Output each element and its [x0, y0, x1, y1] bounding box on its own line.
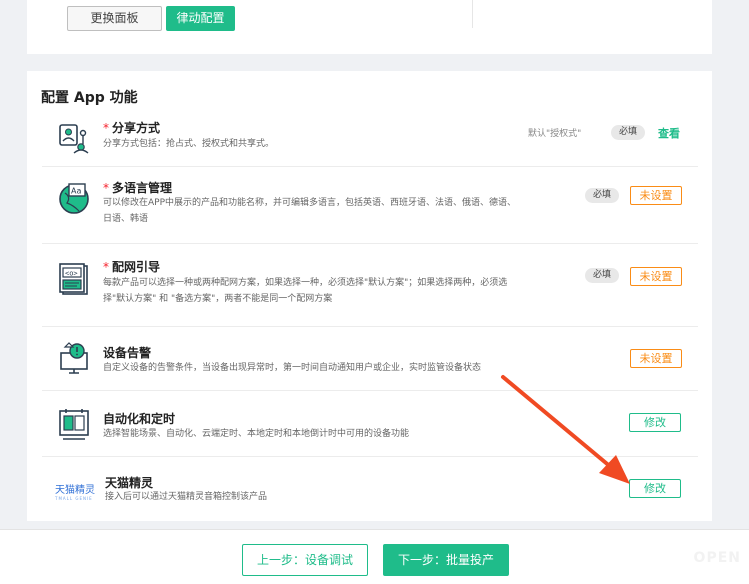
- app-feature-config-card: 配置 App 功能 * 分享方式 分享方式包括：抢占式、授权式和共享式。 默认"授…: [27, 71, 712, 521]
- alarm-monitor-icon: [57, 341, 91, 375]
- footer-bar: 上一步：设备调试 下一步：批量投产 OPEN: [0, 529, 749, 584]
- view-link[interactable]: 查看: [658, 125, 680, 141]
- modify-button[interactable]: 修改: [629, 479, 681, 498]
- feature-desc: 自定义设备的告警条件，当设备出现异常时，第一时间自动通知用户或企业，实时监管设备…: [103, 363, 482, 373]
- feature-title: 自动化和定时: [103, 412, 176, 426]
- next-step-button[interactable]: 下一步：批量投产: [383, 544, 509, 576]
- feature-title: * 配网引导: [103, 260, 161, 274]
- feature-desc: 可以修改在APP中展示的产品和功能名称，并可编辑多语言，包括英语、西班牙语、法语…: [103, 198, 517, 224]
- language-globe-icon: Aa: [57, 181, 91, 215]
- default-hint: 默认"授权式": [528, 129, 582, 139]
- feature-row-share: * 分享方式 分享方式包括：抢占式、授权式和共享式。 默认"授权式" 必填 查看: [42, 112, 698, 167]
- feature-title: * 多语言管理: [103, 181, 173, 195]
- automation-calendar-icon: [57, 407, 91, 441]
- not-set-button[interactable]: 未设置: [630, 267, 682, 286]
- not-set-button[interactable]: 未设置: [630, 186, 682, 205]
- not-set-button[interactable]: 未设置: [630, 349, 682, 368]
- svg-text:Aa: Aa: [71, 187, 81, 196]
- tmall-genie-logo: 天猫精灵 TMALL GENIE: [55, 485, 95, 501]
- rhythm-config-button[interactable]: 律动配置: [166, 6, 235, 31]
- feature-desc: 分享方式包括：抢占式、授权式和共享式。: [103, 139, 275, 149]
- feature-desc: 选择智能场景、自动化、云端定时、本地定时和本地倒计时中可用的设备功能: [103, 429, 410, 439]
- feature-row-automation: 自动化和定时 选择智能场景、自动化、云端定时、本地定时和本地倒计时中可用的设备功…: [42, 391, 698, 457]
- required-tag: 必填: [585, 268, 620, 283]
- network-guide-icon: <o>: [57, 262, 91, 296]
- required-mark: *: [103, 181, 109, 195]
- feature-row-device-alarm: 设备告警 自定义设备的告警条件，当设备出现异常时，第一时间自动通知用户或企业，实…: [42, 327, 698, 391]
- feature-row-multilanguage: Aa * 多语言管理 可以修改在APP中展示的产品和功能名称，并可编辑多语言，包括…: [42, 167, 698, 244]
- feature-row-network-guide: <o> * 配网引导 每款产品可以选择一种或两种配网方案，如果选择一种，必须选择"…: [42, 244, 698, 327]
- required-tag: 必填: [585, 188, 620, 203]
- prev-step-button[interactable]: 上一步：设备调试: [242, 544, 368, 576]
- modify-button[interactable]: 修改: [629, 413, 681, 432]
- feature-title: 设备告警: [103, 346, 152, 360]
- watermark: OPEN: [693, 550, 741, 566]
- feature-desc: 接入后可以通过天猫精灵音箱控制该产品: [105, 492, 268, 502]
- divider: [472, 0, 473, 28]
- required-tag: 必填: [611, 125, 646, 140]
- feature-desc: 每款产品可以选择一种或两种配网方案，如果选择一种，必须选择"默认方案"；如果选择…: [103, 278, 508, 304]
- feature-row-tmall-genie: 天猫精灵 TMALL GENIE 天猫精灵 接入后可以通过天猫精灵音箱控制该产品…: [42, 457, 698, 521]
- theme-config-card: 更换面板 律动配置: [27, 0, 712, 54]
- share-person-icon: [57, 122, 91, 156]
- required-mark: *: [103, 121, 109, 135]
- svg-text:<o>: <o>: [65, 270, 78, 278]
- required-mark: *: [103, 260, 109, 274]
- change-panel-button[interactable]: 更换面板: [67, 6, 162, 31]
- section-title: 配置 App 功能: [41, 90, 138, 106]
- feature-title: * 分享方式: [103, 121, 161, 135]
